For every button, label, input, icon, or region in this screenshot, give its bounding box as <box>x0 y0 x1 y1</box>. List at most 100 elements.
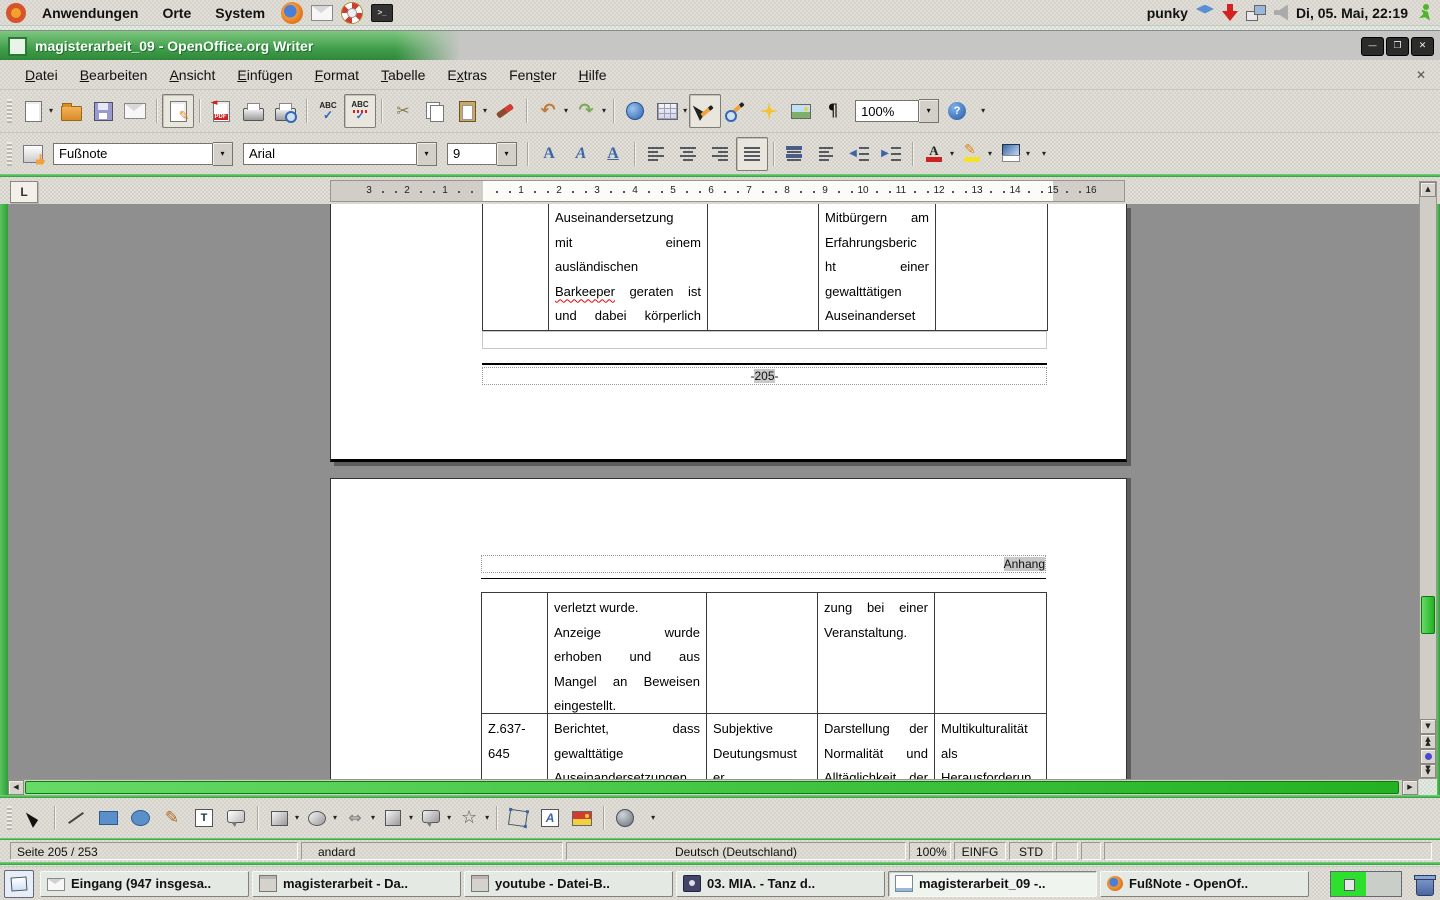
basic-shapes-dropdown-icon[interactable] <box>295 814 299 822</box>
gallery-button[interactable] <box>785 94 817 128</box>
table-cell[interactable]: DarstellungderNormalitätundAlltäglichkei… <box>818 714 935 779</box>
email-button[interactable] <box>119 94 151 128</box>
status-zoom[interactable]: 100% <box>909 842 951 860</box>
scroll-up-button[interactable] <box>1420 182 1436 197</box>
page-footer[interactable]: - 205 - <box>482 367 1047 385</box>
flowchart-dropdown-icon[interactable] <box>409 814 413 822</box>
logout-runner-icon[interactable] <box>1416 3 1434 23</box>
dropbox-icon[interactable] <box>1196 5 1214 21</box>
background-color-button[interactable] <box>994 137 1026 171</box>
callout-button[interactable] <box>220 801 252 835</box>
redo-dropdown-icon[interactable] <box>602 107 606 115</box>
network-icon[interactable] <box>1246 5 1266 21</box>
table-cell[interactable]: verletzt wurde.Anzeigewurdeerhobenundaus… <box>548 593 707 713</box>
new-dropdown-icon[interactable] <box>49 107 53 115</box>
align-center-button[interactable] <box>672 137 704 171</box>
open-button[interactable] <box>55 94 87 128</box>
firefox-icon[interactable] <box>281 2 303 24</box>
symbol-shapes-dropdown-icon[interactable] <box>333 814 337 822</box>
background-dropdown-icon[interactable] <box>1026 150 1030 158</box>
table-cell[interactable] <box>707 593 818 713</box>
align-right-button[interactable] <box>704 137 736 171</box>
toolbar-overflow-icon[interactable] <box>981 107 985 115</box>
ubuntu-logo-icon[interactable] <box>6 3 26 23</box>
panel-menu-system[interactable]: System <box>207 5 273 21</box>
toolbar-overflow-icon[interactable] <box>651 814 655 822</box>
horizontal-ruler[interactable]: 32112345678910111213141516 <box>330 180 1125 202</box>
status-insert-mode[interactable]: EINFG <box>954 842 1006 860</box>
undo-dropdown-icon[interactable] <box>564 107 568 115</box>
line-button[interactable] <box>60 801 92 835</box>
table-cell[interactable]: Z.637-645 <box>482 714 548 779</box>
cut-button[interactable] <box>387 94 419 128</box>
spellcheck-button[interactable]: ABC✓ <box>312 94 344 128</box>
table-cell[interactable]: MitbürgernamErfahrungsberichteinergewalt… <box>819 204 936 330</box>
tab-selector[interactable]: L <box>10 181 38 203</box>
document-view[interactable]: AuseinandersetzungmiteinemausländischenB… <box>8 204 1419 779</box>
document-close-icon[interactable] <box>1416 69 1426 81</box>
stars-button[interactable] <box>453 801 485 835</box>
size-dropdown-button[interactable] <box>497 142 517 166</box>
bullet-list-button[interactable] <box>811 137 843 171</box>
table-cell[interactable]: SubjektiveDeutungsmuster. <box>707 714 818 779</box>
previous-page-button[interactable]: ▲▲ <box>1420 734 1436 749</box>
hyperlink-button[interactable] <box>619 94 651 128</box>
taskbar-button[interactable]: FußNote - OpenOf.. <box>1100 871 1309 897</box>
panel-menu-orte[interactable]: Orte <box>154 5 199 21</box>
menu-format[interactable]: Format <box>304 64 370 86</box>
lifebuoy-help-icon[interactable] <box>341 2 363 24</box>
mail-icon[interactable] <box>311 5 333 21</box>
symbol-shapes-button[interactable] <box>301 801 333 835</box>
scroll-left-button[interactable] <box>8 780 24 795</box>
vertical-scroll-thumb[interactable] <box>1421 596 1435 634</box>
taskbar-button[interactable]: youtube - Datei-B.. <box>464 871 673 897</box>
table-cell[interactable]: zungbeieinerVeranstaltung. <box>818 593 935 713</box>
minimize-button[interactable] <box>1361 37 1384 56</box>
flowchart-button[interactable] <box>377 801 409 835</box>
callouts-dropdown-icon[interactable] <box>447 814 451 822</box>
edit-file-button[interactable] <box>162 94 194 128</box>
numbered-list-button[interactable] <box>779 137 811 171</box>
paragraph-style-input[interactable] <box>53 143 213 165</box>
vertical-scrollbar[interactable]: ▲▲ ▼▼ <box>1419 181 1437 779</box>
block-arrows-button[interactable] <box>339 801 371 835</box>
volume-icon[interactable] <box>1274 5 1288 21</box>
taskbar-button[interactable]: magisterarbeit_09 -.. <box>888 871 1097 897</box>
show-draw-functions-button[interactable] <box>689 94 721 128</box>
maximize-button[interactable] <box>1386 37 1409 56</box>
bold-button[interactable]: A <box>533 137 565 171</box>
taskbar-button[interactable]: Eingang (947 insgesa.. <box>40 871 249 897</box>
zoom-input[interactable] <box>855 100 919 122</box>
table-cell[interactable]: Berichtet,dassgewalttätigeAuseinanderset… <box>548 714 707 779</box>
underline-button[interactable]: A <box>597 137 629 171</box>
table-dropdown-icon[interactable] <box>683 107 687 115</box>
help-button[interactable]: ? <box>941 94 973 128</box>
export-pdf-button[interactable]: PDF <box>205 94 237 128</box>
toolbar-overflow-icon[interactable] <box>1042 150 1046 158</box>
table-cell[interactable] <box>483 204 549 330</box>
status-language[interactable]: Deutsch (Deutschland) <box>566 842 906 860</box>
undo-button[interactable] <box>532 94 564 128</box>
menu-ansicht[interactable]: Ansicht <box>158 64 226 86</box>
taskbar-button[interactable]: magisterarbeit - Da.. <box>252 871 461 897</box>
toolbar-grip[interactable] <box>7 806 12 830</box>
styles-button[interactable] <box>17 137 49 171</box>
insert-picture-button[interactable] <box>566 801 598 835</box>
table-cell[interactable] <box>482 593 548 713</box>
redo-button[interactable] <box>570 94 602 128</box>
edit-points-button[interactable] <box>502 801 534 835</box>
navigation-button[interactable] <box>1420 749 1436 764</box>
font-color-dropdown-icon[interactable] <box>950 150 954 158</box>
status-page[interactable]: Seite 205 / 253 <box>10 842 298 860</box>
page-number-field[interactable]: 205 <box>754 369 774 383</box>
save-button[interactable] <box>87 94 119 128</box>
paste-button[interactable] <box>451 94 483 128</box>
horizontal-scrollbar[interactable] <box>8 779 1419 795</box>
update-alert-icon[interactable] <box>1222 4 1238 22</box>
status-modified[interactable] <box>1081 842 1101 860</box>
workspace-2[interactable] <box>1366 872 1401 896</box>
document-page-1[interactable]: AuseinandersetzungmiteinemausländischenB… <box>330 204 1127 462</box>
formatting-marks-button[interactable]: ¶ <box>817 94 849 128</box>
italic-button[interactable]: A <box>565 137 597 171</box>
text-box-button[interactable]: T <box>188 801 220 835</box>
